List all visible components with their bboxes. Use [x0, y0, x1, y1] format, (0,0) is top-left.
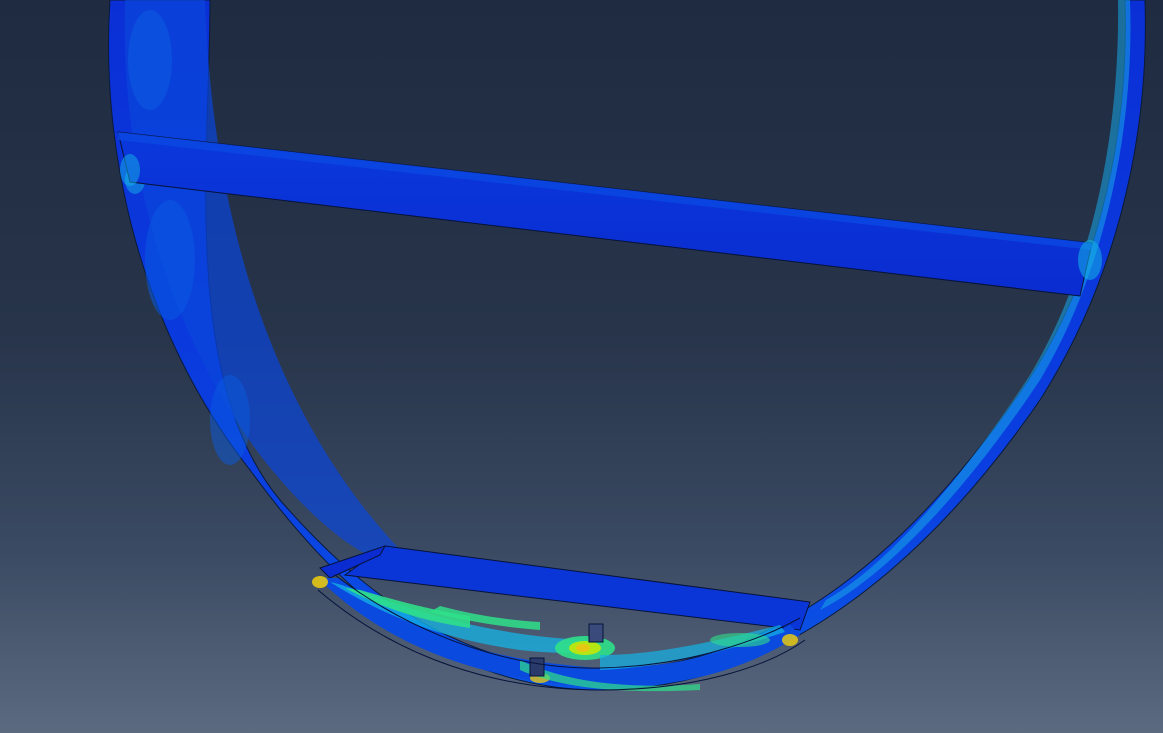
fea-model-viewport[interactable] [0, 0, 1163, 733]
stress-contour-render [108, 0, 1146, 692]
upper-crossbar [117, 131, 1102, 297]
